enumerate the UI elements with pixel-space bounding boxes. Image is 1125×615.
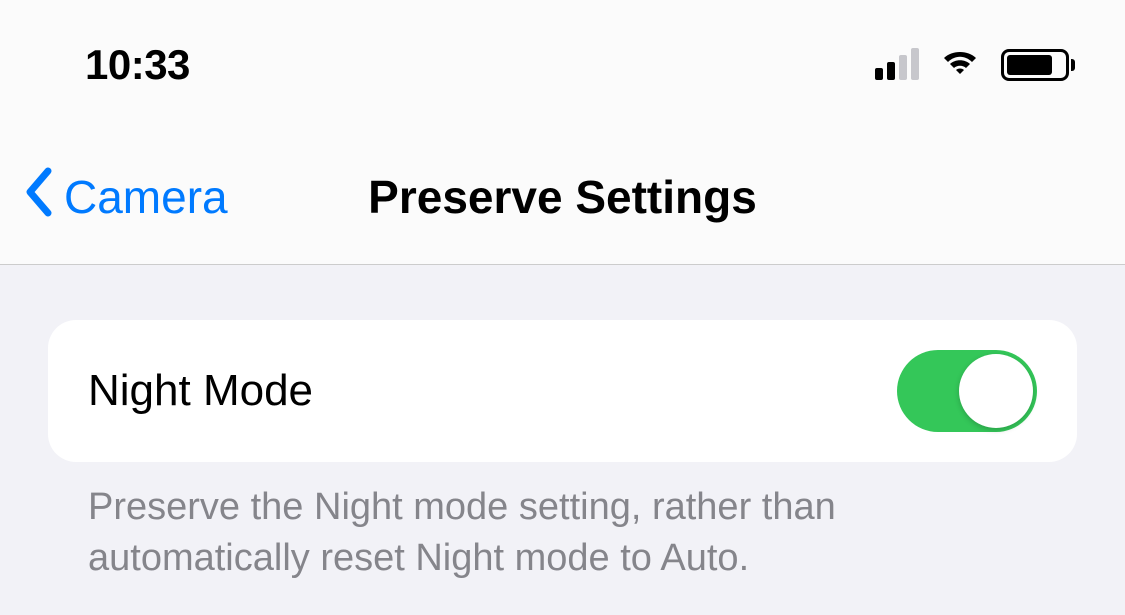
night-mode-label: Night Mode	[88, 366, 313, 416]
status-icons	[875, 46, 1075, 85]
battery-icon	[1001, 49, 1075, 81]
page-title: Preserve Settings	[368, 170, 757, 224]
content-area: Night Mode Preserve the Night mode setti…	[0, 265, 1125, 585]
night-mode-description: Preserve the Night mode setting, rather …	[48, 462, 1077, 585]
back-button[interactable]: Camera	[22, 167, 228, 228]
status-bar: 10:33	[0, 0, 1125, 130]
chevron-left-icon	[22, 167, 58, 228]
night-mode-row: Night Mode	[48, 320, 1077, 462]
cellular-signal-icon	[875, 50, 919, 80]
wifi-icon	[937, 46, 983, 85]
toggle-knob	[959, 354, 1033, 428]
night-mode-toggle[interactable]	[897, 350, 1037, 432]
back-label: Camera	[64, 170, 228, 224]
status-time: 10:33	[85, 41, 190, 89]
navigation-bar: Camera Preserve Settings	[0, 130, 1125, 265]
